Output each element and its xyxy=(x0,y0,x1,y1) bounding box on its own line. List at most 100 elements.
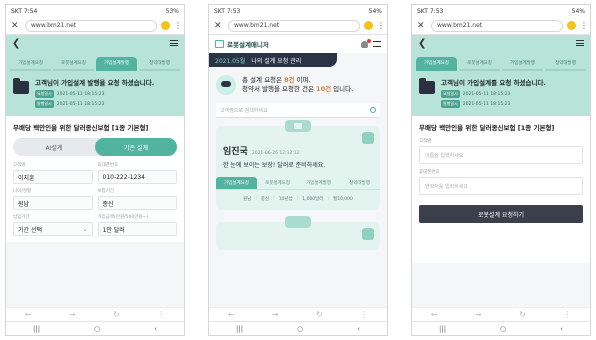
back-icon[interactable]: ‹ xyxy=(560,325,563,333)
url-field[interactable]: www.bm21.net xyxy=(25,19,157,32)
meta-item: 원남 xyxy=(243,197,252,202)
request-card[interactable]: 임진국 2021-06-26 12:12:12 한 눈에 보이는 보장! 달러로 … xyxy=(216,120,380,210)
status-message: 고객님이 가입설계를 요청 하셨습니다. xyxy=(441,79,546,87)
more-icon[interactable]: ⋮ xyxy=(360,310,368,319)
browser-nav: ← → ↻ ⋮ xyxy=(412,307,590,321)
customer-name-input[interactable]: 이름을 입력하세요 xyxy=(419,146,583,165)
more-icon[interactable]: ⋮ xyxy=(563,310,571,319)
system-nav: ||| ○ ‹ xyxy=(412,321,590,335)
step-tab-active[interactable]: 가입설계요청 xyxy=(216,177,257,189)
menu-icon[interactable] xyxy=(373,41,381,47)
phone-input[interactable]: 연락처를 입력하세요 xyxy=(419,177,583,196)
menu-icon[interactable] xyxy=(170,40,178,46)
close-icon[interactable]: ✕ xyxy=(214,21,224,31)
step-tab[interactable]: 로봇설계요청 xyxy=(53,57,94,71)
url-field[interactable]: www.bm21.net xyxy=(431,19,563,32)
refresh-icon[interactable]: ↻ xyxy=(113,310,120,319)
url-field[interactable]: www.bm21.net xyxy=(228,19,360,32)
home-icon[interactable]: ○ xyxy=(297,325,303,333)
more-icon[interactable]: ⋮ xyxy=(157,310,165,319)
app-header: ❮ xyxy=(412,35,590,51)
step-tab[interactable]: 가입설계발행 xyxy=(502,57,543,71)
field-label: 휴대폰번호 xyxy=(97,163,119,169)
chevron-down-icon: ⌄ xyxy=(82,225,88,233)
brand[interactable]: 로봇설계매니저 xyxy=(215,39,269,49)
step-tab[interactable]: 로봇설계요청 xyxy=(459,57,500,71)
date-tag: 요청일시 xyxy=(441,90,460,99)
forward-icon[interactable]: → xyxy=(69,310,76,319)
step-tab[interactable]: 청약대발행 xyxy=(339,177,380,189)
app-header: ❮ xyxy=(6,35,184,51)
more-icon[interactable]: ⋮ xyxy=(174,21,182,30)
age-gender-field[interactable]: 원남 xyxy=(13,196,93,211)
phone-design-request: SKT 7:53 54% ✕ www.bm21.net ⋮ ❮ 가입설계요청 로… xyxy=(411,4,591,336)
coverage-amount-field[interactable]: 1만 달러 xyxy=(97,222,177,237)
more-icon[interactable]: ⋮ xyxy=(580,21,588,30)
total-count: 8건 xyxy=(284,76,295,85)
customer-name-field[interactable]: 이지훈 xyxy=(13,170,93,185)
step-tab[interactable]: 청약대발행 xyxy=(545,57,586,71)
summary-text: 청약서 발행을 요청한 건은 xyxy=(242,85,317,93)
date-tag: 발행일시 xyxy=(441,100,460,109)
request-card[interactable] xyxy=(216,216,380,250)
emoji-icon[interactable] xyxy=(567,21,576,30)
status-message: 고객님이 가입설계 발행을 요청 하셨습니다. xyxy=(35,79,155,87)
close-icon[interactable]: ✕ xyxy=(417,21,427,31)
more-icon[interactable]: ⋮ xyxy=(377,21,385,30)
back-icon[interactable]: ‹ xyxy=(357,325,360,333)
emoji-icon[interactable] xyxy=(161,21,170,30)
back-icon[interactable]: ← xyxy=(228,310,235,319)
plan-title: 한 눈에 보이는 보장! 달러로 준비하세요. xyxy=(223,162,326,169)
search-icon[interactable] xyxy=(370,107,376,113)
home-icon[interactable]: ○ xyxy=(94,325,100,333)
menu-icon[interactable] xyxy=(576,40,584,46)
field-label: 고객명 xyxy=(13,163,26,169)
recent-apps-icon[interactable]: ||| xyxy=(439,325,446,333)
field-label: 휴대폰번호 xyxy=(419,170,440,176)
insurance-period-field[interactable]: 종신 xyxy=(97,196,177,211)
step-tab[interactable]: 로봇설계요청 xyxy=(257,177,298,189)
back-icon[interactable]: ← xyxy=(431,310,438,319)
existing-design-option[interactable]: 기존 설계 xyxy=(95,138,177,157)
recent-apps-icon[interactable]: ||| xyxy=(33,325,40,333)
payment-period-select[interactable]: 기간 선택 ⌄ xyxy=(13,222,93,237)
notification-bell-icon[interactable] xyxy=(361,38,371,48)
card-meta: 원남 | 종신 | 10년납 | 1,000달러 | 월10,000 xyxy=(243,196,353,202)
field-label: 보험기간 xyxy=(97,189,115,195)
back-icon[interactable]: ← xyxy=(25,310,32,319)
close-icon[interactable]: ✕ xyxy=(11,21,21,31)
forward-icon[interactable]: → xyxy=(475,310,482,319)
emoji-icon[interactable] xyxy=(364,21,373,30)
back-arrow-icon[interactable]: ❮ xyxy=(418,38,426,49)
step-tab[interactable]: 가입설계요청 xyxy=(10,57,51,71)
forward-icon[interactable]: → xyxy=(272,310,279,319)
month-label[interactable]: 2021.05월 xyxy=(215,56,245,65)
recent-apps-icon[interactable]: ||| xyxy=(236,325,243,333)
meta-item: 종신 xyxy=(260,197,270,202)
robot-design-request-button[interactable]: 로봇설계 요청하기 xyxy=(419,205,583,224)
delete-icon[interactable] xyxy=(362,132,374,144)
step-tabs: 가입설계요청 로봇설계요청 가입설계발행 청약대발행 xyxy=(412,51,590,71)
summary-text: 이며, xyxy=(294,76,311,85)
request-form: 무배당 백만인을 위한 달러종신보험 [1종 기본형] 고객명 이름을 입력하세… xyxy=(412,116,590,264)
home-logo-icon xyxy=(215,40,224,48)
date-value: 2021-05-11 18:15:23 xyxy=(462,101,511,107)
step-tab[interactable]: 청약대발행 xyxy=(139,57,180,71)
request-summary: 총 설계 요청은 8건 이며, 청약서 발행을 요청한 건은 10건 입니다. xyxy=(209,67,387,103)
delete-icon[interactable] xyxy=(362,228,374,240)
refresh-icon[interactable]: ↻ xyxy=(519,310,526,319)
step-tab-active[interactable]: 가입설계발행 xyxy=(96,57,137,71)
home-icon[interactable]: ○ xyxy=(500,325,506,333)
folder-icon xyxy=(294,123,302,129)
design-mode-toggle: AI설계 기존 설계 xyxy=(13,138,177,157)
battery-level: 54% xyxy=(368,7,382,15)
step-tab[interactable]: 가입설계발행 xyxy=(298,177,339,189)
back-icon[interactable]: ‹ xyxy=(154,325,157,333)
carrier-time: SKT 7:53 xyxy=(417,7,444,15)
refresh-icon[interactable]: ↻ xyxy=(316,310,323,319)
ai-design-option[interactable]: AI설계 xyxy=(13,138,95,156)
step-tab-active[interactable]: 가입설계요청 xyxy=(416,57,457,71)
back-arrow-icon[interactable]: ❮ xyxy=(12,38,20,49)
phone-field[interactable]: 010-222-1234 xyxy=(97,170,177,185)
search-input[interactable]: 고객명으로 검색하세요 xyxy=(216,103,380,118)
